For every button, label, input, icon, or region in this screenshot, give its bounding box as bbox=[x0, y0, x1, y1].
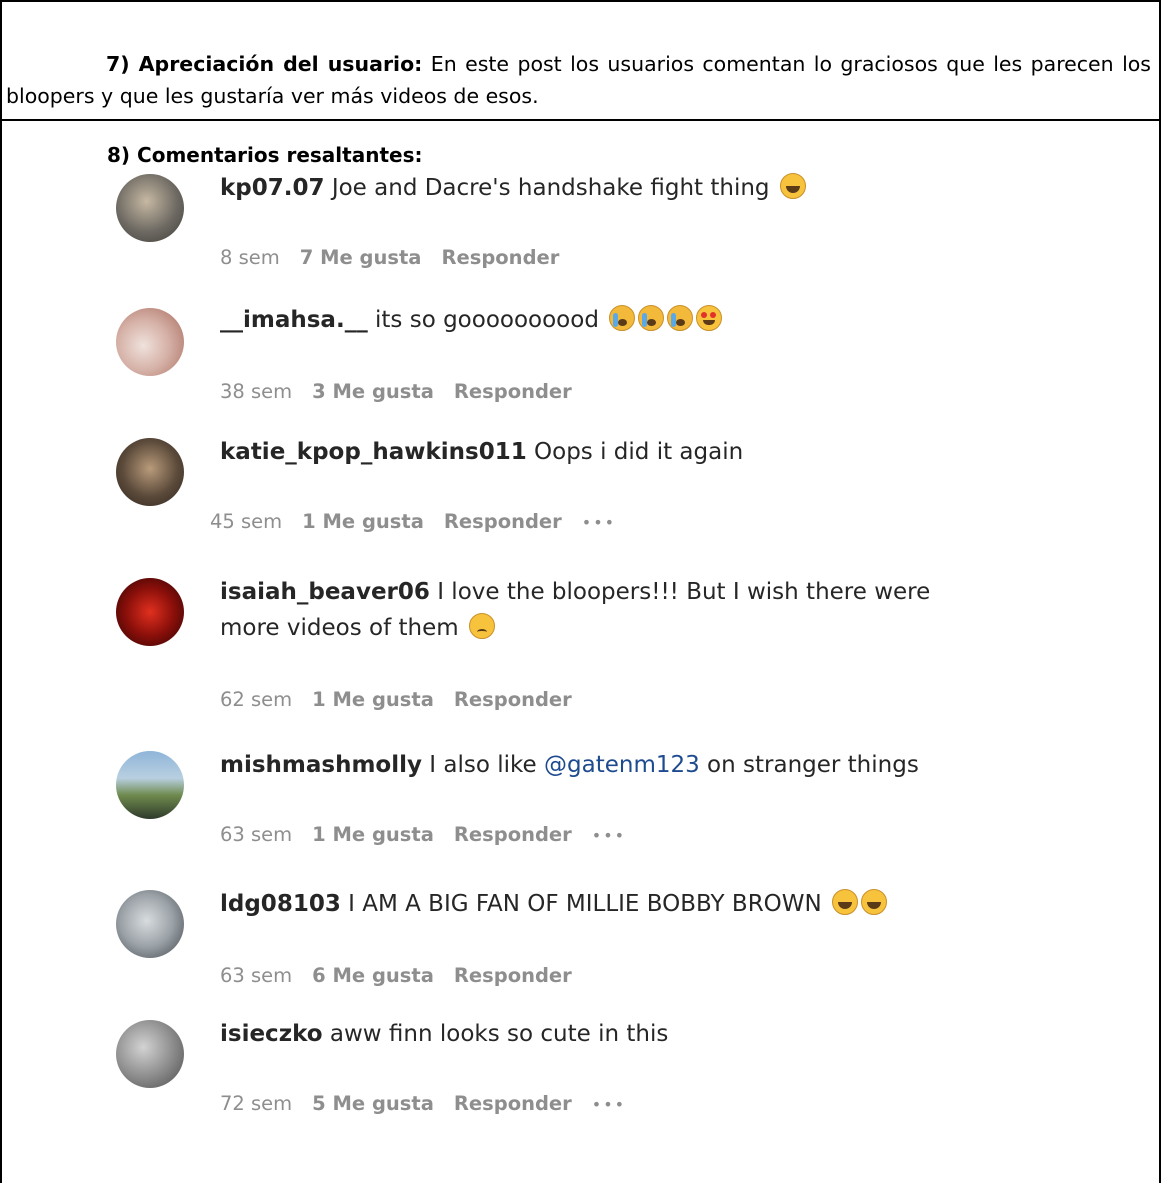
comment-likes[interactable]: 1 Me gusta bbox=[302, 510, 424, 533]
grinning-squint-emoji-icon bbox=[861, 889, 888, 915]
avatar[interactable] bbox=[116, 174, 184, 242]
comment-age: 8 sem bbox=[220, 246, 280, 269]
comment-body: I AM A BIG FAN OF MILLIE BOBBY BROWN bbox=[340, 891, 822, 917]
comment-meta: 72 sem 5 Me gusta Responder ••• bbox=[220, 1092, 646, 1115]
loudly-crying-emoji-icon bbox=[609, 305, 636, 331]
comment-username[interactable]: kp07.07 bbox=[220, 175, 325, 201]
comment-meta: 63 sem 1 Me gusta Responder ••• bbox=[220, 823, 646, 846]
avatar[interactable] bbox=[116, 308, 184, 376]
loudly-crying-emoji-icon bbox=[667, 305, 694, 331]
comment-meta: 63 sem 6 Me gusta Responder bbox=[220, 964, 592, 987]
avatar[interactable] bbox=[116, 1020, 184, 1088]
more-options-icon[interactable]: ••• bbox=[582, 513, 616, 532]
reply-button[interactable]: Responder bbox=[441, 246, 559, 269]
comment-text: isaiah_beaver06 I love the bloopers!!! B… bbox=[220, 574, 980, 646]
comment-meta: 38 sem 3 Me gusta Responder bbox=[220, 380, 592, 403]
comment-likes[interactable]: 5 Me gusta bbox=[312, 1092, 434, 1115]
comment-text: mishmashmolly I also like @gatenm123 on … bbox=[220, 747, 980, 783]
more-options-icon[interactable]: ••• bbox=[592, 826, 626, 845]
comment-age: 38 sem bbox=[220, 380, 293, 403]
comment-body: Joe and Dacre's handshake fight thing bbox=[324, 175, 770, 201]
comment-username[interactable]: ldg08103 bbox=[220, 891, 341, 917]
comment-username[interactable]: mishmashmolly bbox=[220, 752, 422, 778]
grinning-squint-emoji-icon bbox=[832, 889, 859, 915]
comment-age: 45 sem bbox=[210, 510, 283, 533]
more-options-icon[interactable]: ••• bbox=[592, 1095, 626, 1114]
comment-likes[interactable]: 6 Me gusta bbox=[312, 964, 434, 987]
section-7-heading: 7) Apreciación del usuario: bbox=[106, 52, 423, 76]
heart-eyes-emoji-icon bbox=[696, 305, 723, 331]
comment-meta: 8 sem 7 Me gusta Responder bbox=[220, 246, 579, 269]
comment-body: aww finn looks so cute in this bbox=[322, 1021, 669, 1047]
worried-emoji-icon bbox=[468, 613, 495, 639]
comment-likes[interactable]: 7 Me gusta bbox=[300, 246, 422, 269]
comment-likes[interactable]: 1 Me gusta bbox=[312, 823, 434, 846]
comment-text: isieczko aww finn looks so cute in this bbox=[220, 1016, 980, 1052]
loudly-crying-emoji-icon bbox=[638, 305, 665, 331]
comment-text: katie_kpop_hawkins011 Oops i did it agai… bbox=[220, 434, 980, 470]
comment-username[interactable]: katie_kpop_hawkins011 bbox=[220, 439, 527, 465]
section-8-heading: 8) Comentarios resaltantes: bbox=[107, 143, 423, 167]
comment-body: Oops i did it again bbox=[526, 439, 744, 465]
comment-age: 62 sem bbox=[220, 688, 293, 711]
section-divider bbox=[0, 119, 1161, 121]
comment-likes[interactable]: 1 Me gusta bbox=[312, 688, 434, 711]
avatar[interactable] bbox=[116, 438, 184, 506]
reply-button[interactable]: Responder bbox=[454, 964, 572, 987]
comment-meta: 45 sem 1 Me gusta Responder ••• bbox=[210, 510, 636, 533]
comment-age: 72 sem bbox=[220, 1092, 293, 1115]
comment-text: __imahsa.__ its so goooooooood bbox=[220, 302, 980, 338]
reply-button[interactable]: Responder bbox=[444, 510, 562, 533]
comment-meta: 62 sem 1 Me gusta Responder bbox=[220, 688, 592, 711]
reply-button[interactable]: Responder bbox=[454, 1092, 572, 1115]
comment-likes[interactable]: 3 Me gusta bbox=[312, 380, 434, 403]
grinning-squint-emoji-icon bbox=[779, 173, 806, 199]
comment-text: kp07.07 Joe and Dacre's handshake fight … bbox=[220, 170, 980, 206]
comment-username[interactable]: isaiah_beaver06 bbox=[220, 579, 430, 605]
comment-body: its so goooooooood bbox=[367, 307, 599, 333]
comment-username[interactable]: __imahsa.__ bbox=[220, 307, 368, 333]
reply-button[interactable]: Responder bbox=[454, 380, 572, 403]
avatar[interactable] bbox=[116, 751, 184, 819]
section-7-paragraph: 7) Apreciación del usuario: En este post… bbox=[6, 48, 1151, 112]
comment-body-after: on stranger things bbox=[699, 752, 919, 778]
comment-age: 63 sem bbox=[220, 823, 293, 846]
comment-body: I also like bbox=[422, 752, 544, 778]
comment-age: 63 sem bbox=[220, 964, 293, 987]
reply-button[interactable]: Responder bbox=[454, 823, 572, 846]
avatar[interactable] bbox=[116, 578, 184, 646]
mention-link[interactable]: @gatenm123 bbox=[544, 752, 700, 778]
avatar[interactable] bbox=[116, 890, 184, 958]
reply-button[interactable]: Responder bbox=[454, 688, 572, 711]
comment-text: ldg08103 I AM A BIG FAN OF MILLIE BOBBY … bbox=[220, 886, 980, 922]
comment-username[interactable]: isieczko bbox=[220, 1021, 323, 1047]
